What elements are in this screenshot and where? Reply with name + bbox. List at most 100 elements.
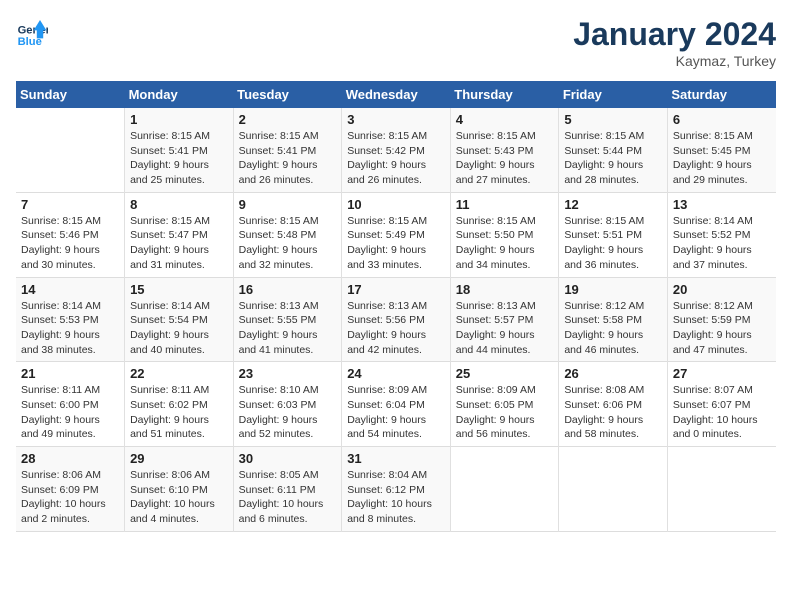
day-number: 25: [456, 366, 554, 381]
day-number: 23: [239, 366, 337, 381]
calendar-cell: 2 Sunrise: 8:15 AMSunset: 5:41 PMDaylight…: [233, 108, 342, 192]
day-info: Sunrise: 8:06 AMSunset: 6:09 PMDaylight:…: [21, 468, 119, 527]
day-number: 7: [21, 197, 119, 212]
day-info: Sunrise: 8:05 AMSunset: 6:11 PMDaylight:…: [239, 468, 337, 527]
location: Kaymaz, Turkey: [573, 53, 776, 69]
day-number: 31: [347, 451, 445, 466]
day-number: 19: [564, 282, 662, 297]
day-info: Sunrise: 8:15 AMSunset: 5:42 PMDaylight:…: [347, 129, 445, 188]
day-info: Sunrise: 8:04 AMSunset: 6:12 PMDaylight:…: [347, 468, 445, 527]
calendar-cell: [16, 108, 125, 192]
day-info: Sunrise: 8:13 AMSunset: 5:56 PMDaylight:…: [347, 299, 445, 358]
day-info: Sunrise: 8:15 AMSunset: 5:51 PMDaylight:…: [564, 214, 662, 273]
day-info: Sunrise: 8:10 AMSunset: 6:03 PMDaylight:…: [239, 383, 337, 442]
calendar-cell: 8 Sunrise: 8:15 AMSunset: 5:47 PMDaylight…: [125, 192, 234, 277]
month-title: January 2024: [573, 16, 776, 53]
day-info: Sunrise: 8:12 AMSunset: 5:59 PMDaylight:…: [673, 299, 771, 358]
calendar-cell: 28Sunrise: 8:06 AMSunset: 6:09 PMDayligh…: [16, 447, 125, 532]
day-info: Sunrise: 8:15 AMSunset: 5:44 PMDaylight:…: [564, 129, 662, 188]
weekday-header-thursday: Thursday: [450, 81, 559, 108]
day-info: Sunrise: 8:15 AMSunset: 5:41 PMDaylight:…: [130, 129, 228, 188]
day-info: Sunrise: 8:11 AMSunset: 6:00 PMDaylight:…: [21, 383, 119, 442]
calendar-week-2: 7 Sunrise: 8:15 AMSunset: 5:46 PMDaylight…: [16, 192, 776, 277]
day-info: Sunrise: 8:14 AMSunset: 5:53 PMDaylight:…: [21, 299, 119, 358]
day-info: Sunrise: 8:14 AMSunset: 5:54 PMDaylight:…: [130, 299, 228, 358]
day-number: 24: [347, 366, 445, 381]
calendar-week-3: 14 Sunrise: 8:14 AMSunset: 5:53 PMDayligh…: [16, 277, 776, 362]
calendar-cell: 22 Sunrise: 8:11 AMSunset: 6:02 PMDayligh…: [125, 362, 234, 447]
day-number: 18: [456, 282, 554, 297]
day-info: Sunrise: 8:15 AMSunset: 5:50 PMDaylight:…: [456, 214, 554, 273]
day-number: 20: [673, 282, 771, 297]
day-number: 5: [564, 112, 662, 127]
day-number: 6: [673, 112, 771, 127]
calendar-cell: [667, 447, 776, 532]
calendar-cell: 1 Sunrise: 8:15 AMSunset: 5:41 PMDaylight…: [125, 108, 234, 192]
calendar-cell: 21 Sunrise: 8:11 AMSunset: 6:00 PMDayligh…: [16, 362, 125, 447]
calendar-table: SundayMondayTuesdayWednesdayThursdayFrid…: [16, 81, 776, 532]
day-info: Sunrise: 8:15 AMSunset: 5:45 PMDaylight:…: [673, 129, 771, 188]
weekday-header-tuesday: Tuesday: [233, 81, 342, 108]
calendar-week-1: 1 Sunrise: 8:15 AMSunset: 5:41 PMDaylight…: [16, 108, 776, 192]
calendar-cell: 20 Sunrise: 8:12 AMSunset: 5:59 PMDayligh…: [667, 277, 776, 362]
weekday-header-friday: Friday: [559, 81, 668, 108]
calendar-cell: 14 Sunrise: 8:14 AMSunset: 5:53 PMDayligh…: [16, 277, 125, 362]
day-info: Sunrise: 8:13 AMSunset: 5:57 PMDaylight:…: [456, 299, 554, 358]
day-info: Sunrise: 8:15 AMSunset: 5:49 PMDaylight:…: [347, 214, 445, 273]
day-info: Sunrise: 8:07 AMSunset: 6:07 PMDaylight:…: [673, 383, 771, 442]
weekday-header-row: SundayMondayTuesdayWednesdayThursdayFrid…: [16, 81, 776, 108]
calendar-body: 1 Sunrise: 8:15 AMSunset: 5:41 PMDaylight…: [16, 108, 776, 531]
calendar-cell: 26 Sunrise: 8:08 AMSunset: 6:06 PMDayligh…: [559, 362, 668, 447]
day-number: 17: [347, 282, 445, 297]
day-number: 27: [673, 366, 771, 381]
calendar-cell: 16Sunrise: 8:13 AMSunset: 5:55 PMDayligh…: [233, 277, 342, 362]
day-info: Sunrise: 8:09 AMSunset: 6:04 PMDaylight:…: [347, 383, 445, 442]
day-info: Sunrise: 8:08 AMSunset: 6:06 PMDaylight:…: [564, 383, 662, 442]
day-number: 4: [456, 112, 554, 127]
day-number: 12: [564, 197, 662, 212]
day-info: Sunrise: 8:13 AMSunset: 5:55 PMDaylight:…: [239, 299, 337, 358]
page-header: General Blue January 2024 Kaymaz, Turkey: [16, 16, 776, 69]
calendar-cell: [450, 447, 559, 532]
day-info: Sunrise: 8:15 AMSunset: 5:43 PMDaylight:…: [456, 129, 554, 188]
day-info: Sunrise: 8:12 AMSunset: 5:58 PMDaylight:…: [564, 299, 662, 358]
calendar-cell: 7 Sunrise: 8:15 AMSunset: 5:46 PMDaylight…: [16, 192, 125, 277]
day-number: 22: [130, 366, 228, 381]
day-number: 3: [347, 112, 445, 127]
day-number: 29: [130, 451, 228, 466]
day-info: Sunrise: 8:15 AMSunset: 5:41 PMDaylight:…: [239, 129, 337, 188]
calendar-cell: 25 Sunrise: 8:09 AMSunset: 6:05 PMDayligh…: [450, 362, 559, 447]
weekday-header-wednesday: Wednesday: [342, 81, 451, 108]
day-number: 13: [673, 197, 771, 212]
calendar-cell: 9 Sunrise: 8:15 AMSunset: 5:48 PMDaylight…: [233, 192, 342, 277]
calendar-week-5: 28Sunrise: 8:06 AMSunset: 6:09 PMDayligh…: [16, 447, 776, 532]
day-number: 14: [21, 282, 119, 297]
calendar-cell: 6 Sunrise: 8:15 AMSunset: 5:45 PMDaylight…: [667, 108, 776, 192]
day-info: Sunrise: 8:15 AMSunset: 5:47 PMDaylight:…: [130, 214, 228, 273]
day-number: 21: [21, 366, 119, 381]
day-info: Sunrise: 8:06 AMSunset: 6:10 PMDaylight:…: [130, 468, 228, 527]
logo-icon: General Blue: [16, 16, 48, 48]
day-info: Sunrise: 8:15 AMSunset: 5:48 PMDaylight:…: [239, 214, 337, 273]
calendar-cell: 12 Sunrise: 8:15 AMSunset: 5:51 PMDayligh…: [559, 192, 668, 277]
calendar-cell: 24 Sunrise: 8:09 AMSunset: 6:04 PMDayligh…: [342, 362, 451, 447]
day-number: 2: [239, 112, 337, 127]
day-number: 1: [130, 112, 228, 127]
day-number: 11: [456, 197, 554, 212]
day-number: 9: [239, 197, 337, 212]
day-info: Sunrise: 8:09 AMSunset: 6:05 PMDaylight:…: [456, 383, 554, 442]
calendar-week-4: 21 Sunrise: 8:11 AMSunset: 6:00 PMDayligh…: [16, 362, 776, 447]
calendar-cell: [559, 447, 668, 532]
day-number: 8: [130, 197, 228, 212]
calendar-cell: 4 Sunrise: 8:15 AMSunset: 5:43 PMDaylight…: [450, 108, 559, 192]
calendar-cell: 19 Sunrise: 8:12 AMSunset: 5:58 PMDayligh…: [559, 277, 668, 362]
day-number: 30: [239, 451, 337, 466]
day-number: 26: [564, 366, 662, 381]
logo: General Blue: [16, 16, 48, 48]
calendar-cell: 11 Sunrise: 8:15 AMSunset: 5:50 PMDayligh…: [450, 192, 559, 277]
day-info: Sunrise: 8:11 AMSunset: 6:02 PMDaylight:…: [130, 383, 228, 442]
calendar-cell: 17 Sunrise: 8:13 AMSunset: 5:56 PMDayligh…: [342, 277, 451, 362]
day-info: Sunrise: 8:14 AMSunset: 5:52 PMDaylight:…: [673, 214, 771, 273]
calendar-cell: 29 Sunrise: 8:06 AMSunset: 6:10 PMDayligh…: [125, 447, 234, 532]
day-info: Sunrise: 8:15 AMSunset: 5:46 PMDaylight:…: [21, 214, 119, 273]
